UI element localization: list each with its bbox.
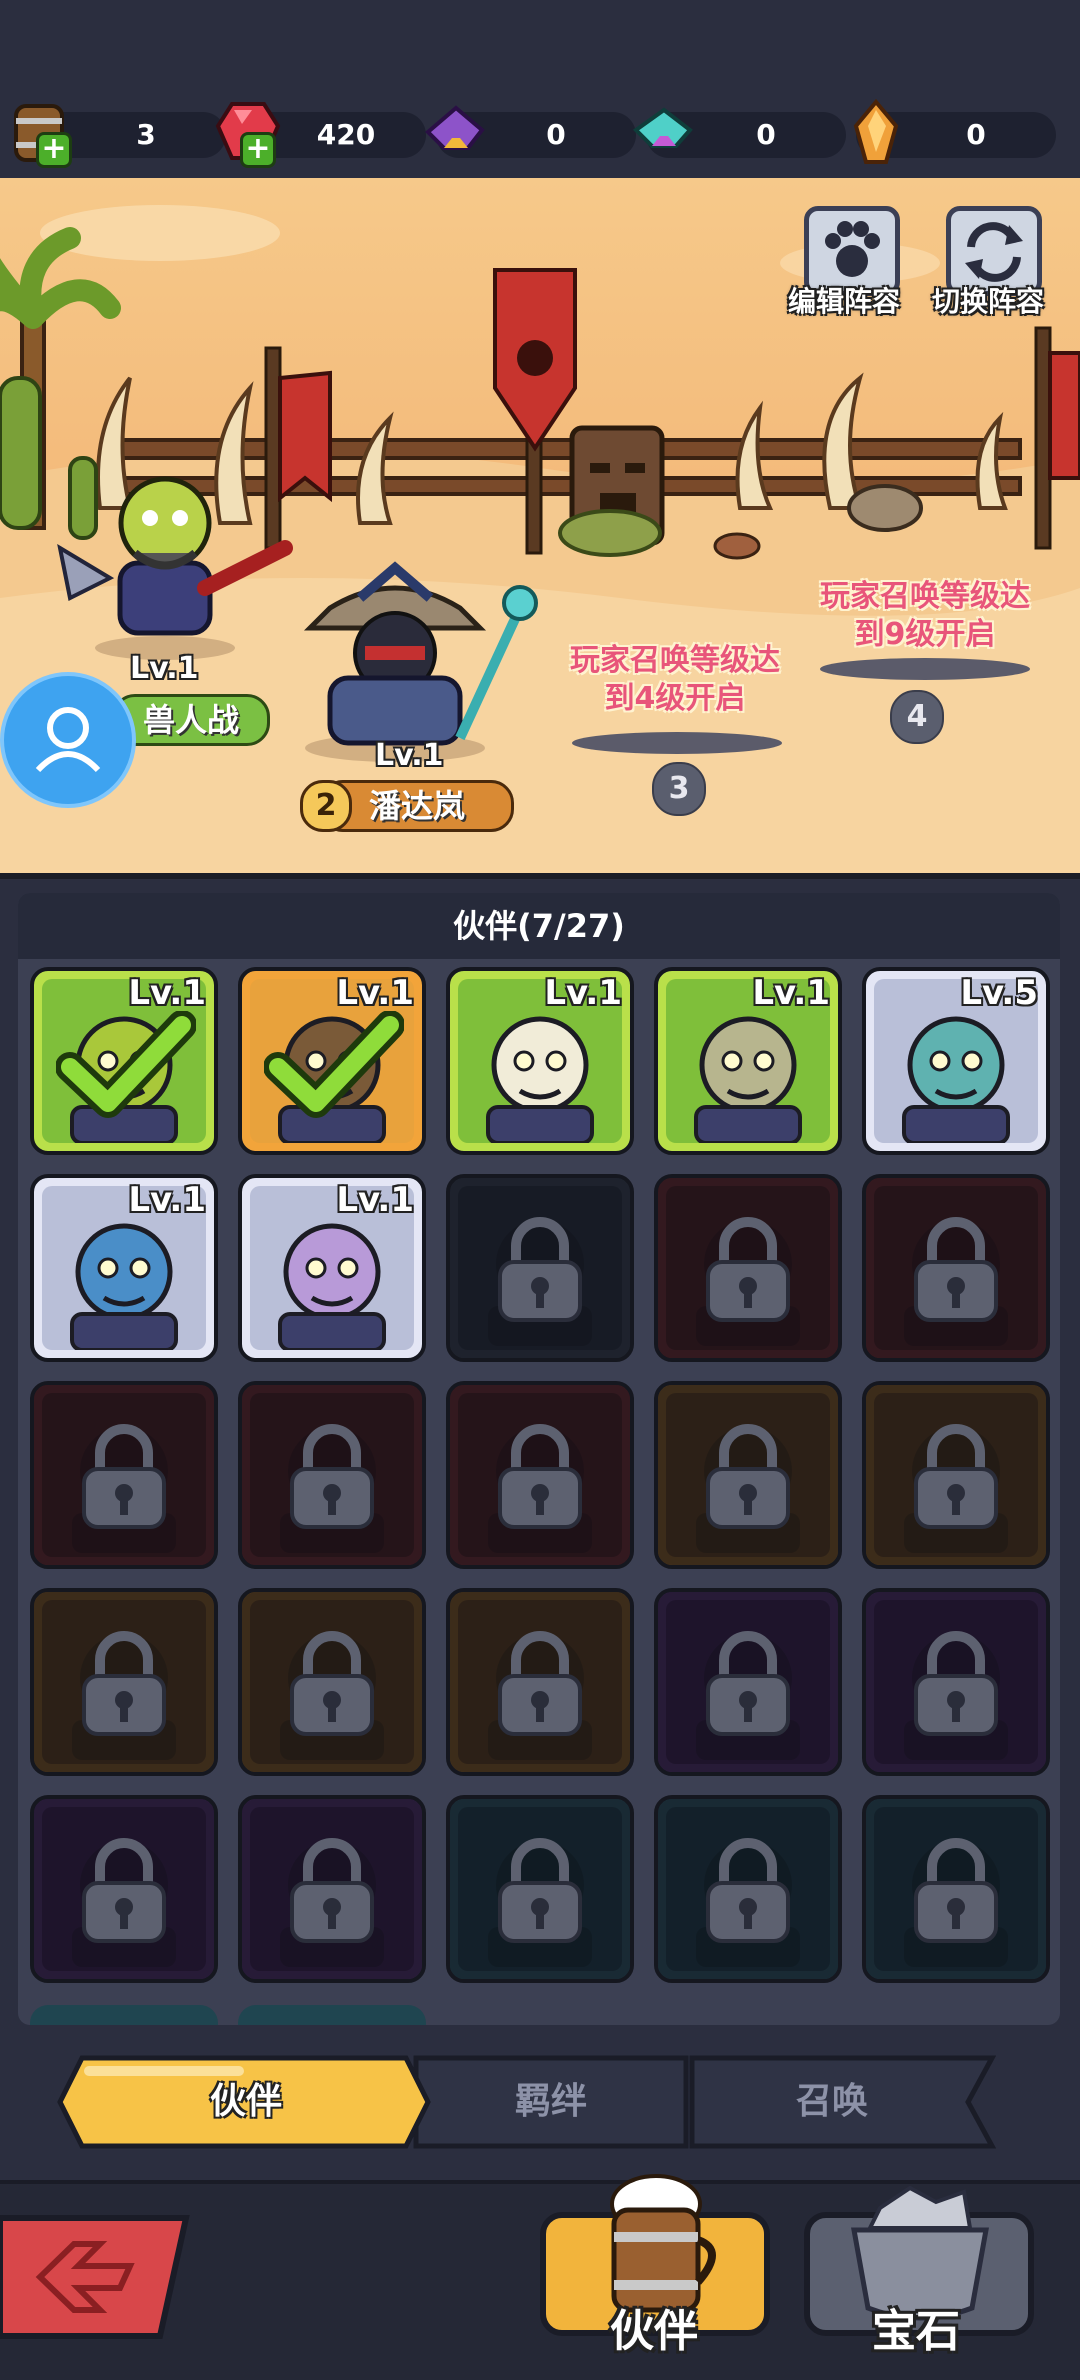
- slot4-lock-text: 玩家召唤等级达 到9级开启: [820, 579, 1030, 652]
- partner-card[interactable]: Lv.1: [30, 967, 218, 1155]
- lock-icon: [282, 1628, 382, 1742]
- partner-card-locked[interactable]: [862, 1795, 1050, 1983]
- partner-level: Lv.1: [544, 973, 622, 1013]
- partner-card[interactable]: Lv.1: [238, 1174, 426, 1362]
- slot3-platform[interactable]: [572, 732, 782, 754]
- partner-card[interactable]: Lv.1: [654, 967, 842, 1155]
- tab-summon[interactable]: 召唤: [692, 2054, 972, 2150]
- selected-check-icon: [55, 1010, 197, 1125]
- partner-panel: 伙伴(7/27) Lv.1 Lv.1 Lv.1 Lv.1 Lv.5 Lv.1 Lv.1: [18, 893, 1060, 2025]
- partner-card-locked[interactable]: [30, 1381, 218, 1569]
- partner-level: Lv.1: [128, 973, 206, 1013]
- slot3-lock-text: 玩家召唤等级达 到4级开启: [570, 643, 780, 716]
- teal-crystal-icon: [628, 96, 700, 168]
- lock-icon: [74, 1628, 174, 1742]
- partner-panel-title: 伙伴(7/27): [18, 893, 1060, 959]
- purple-crystal-count: 0: [546, 118, 566, 151]
- lock-icon: [698, 1421, 798, 1535]
- partner-level: Lv.1: [128, 1180, 206, 1220]
- partner-card-locked[interactable]: [862, 1588, 1050, 1776]
- partner-card-locked[interactable]: [446, 1381, 634, 1569]
- lock-icon: [698, 1835, 798, 1949]
- battle-scene: 编辑阵容 切换阵容 Lv.1 兽人战 Lv.1 潘达岚 2 玩家召唤等级达 到4…: [0, 178, 1080, 879]
- paw-icon: [825, 221, 880, 277]
- ruby-count: 420: [316, 118, 376, 151]
- add-ruby-button[interactable]: +: [240, 132, 276, 168]
- selected-check-icon: [263, 1010, 405, 1125]
- lock-icon: [906, 1214, 1006, 1328]
- slot4-platform[interactable]: [820, 658, 1030, 680]
- lock-icon: [698, 1628, 798, 1742]
- user-icon: [35, 707, 101, 773]
- partner-card-locked[interactable]: [446, 1795, 634, 1983]
- lock-icon: [74, 1835, 174, 1949]
- swap-arrows-icon: [965, 222, 1023, 282]
- partner-card-locked[interactable]: [30, 1795, 218, 1983]
- tab-bar: 伙伴 羁绊 召唤: [56, 2054, 996, 2150]
- back-arrow-icon: [0, 2215, 190, 2339]
- partner-nav-label: 伙伴: [610, 2306, 698, 2357]
- lock-icon: [490, 1835, 590, 1949]
- lock-icon: [490, 1214, 590, 1328]
- lock-icon: [282, 1421, 382, 1535]
- partner-card-locked[interactable]: [446, 1588, 634, 1776]
- lock-icon: [282, 1835, 382, 1949]
- lock-icon: [74, 1421, 174, 1535]
- hero1-level: Lv.1: [130, 651, 199, 686]
- desert-background: [0, 178, 1080, 873]
- gem-nav-label: 宝石: [872, 2306, 960, 2357]
- partner-card[interactable]: Lv.5: [862, 967, 1050, 1155]
- partner-card-locked[interactable]: [30, 1588, 218, 1776]
- partner-card-locked[interactable]: [238, 1588, 426, 1776]
- partner-level: Lv.1: [752, 973, 830, 1013]
- partner-card-locked[interactable]: [238, 1381, 426, 1569]
- partner-card-locked[interactable]: [654, 1795, 842, 1983]
- partner-card[interactable]: Lv.1: [238, 967, 426, 1155]
- hero2-slot-badge: 2: [300, 780, 352, 832]
- back-button[interactable]: [0, 2214, 190, 2344]
- partner-card-locked[interactable]: [654, 1381, 842, 1569]
- partner-card-locked[interactable]: [654, 1174, 842, 1362]
- slot3-number: 3: [652, 762, 706, 816]
- lock-icon: [490, 1421, 590, 1535]
- slot4-number: 4: [890, 690, 944, 744]
- lock-icon: [490, 1628, 590, 1742]
- partner-level: Lv.1: [336, 973, 414, 1013]
- card-partial: [30, 2005, 218, 2025]
- partner-level: Lv.5: [960, 973, 1038, 1013]
- partner-card-locked[interactable]: [238, 1795, 426, 1983]
- tab-bond[interactable]: 羁绊: [416, 2054, 686, 2150]
- edit-lineup-label: 编辑阵容: [788, 285, 901, 318]
- teal-crystal-count: 0: [756, 118, 776, 151]
- player-avatar-button[interactable]: [0, 672, 136, 808]
- card-partial: [238, 2005, 426, 2025]
- amber-crystal-icon: [840, 96, 912, 168]
- add-keg-button[interactable]: +: [36, 132, 72, 168]
- amber-crystal-count: 0: [966, 118, 986, 151]
- switch-lineup-label: 切换阵容: [932, 285, 1045, 318]
- lock-icon: [698, 1214, 798, 1328]
- partner-card[interactable]: Lv.1: [30, 1174, 218, 1362]
- lock-icon: [906, 1835, 1006, 1949]
- partner-card-locked[interactable]: [862, 1381, 1050, 1569]
- partner-level: Lv.1: [336, 1180, 414, 1220]
- lock-icon: [906, 1628, 1006, 1742]
- partner-card-locked[interactable]: [654, 1588, 842, 1776]
- hero2-level: Lv.1: [375, 738, 444, 773]
- lock-icon: [906, 1421, 1006, 1535]
- partner-card-locked[interactable]: [446, 1174, 634, 1362]
- partner-card[interactable]: Lv.1: [446, 967, 634, 1155]
- keg-count: 3: [136, 118, 156, 151]
- partner-card-locked[interactable]: [862, 1174, 1050, 1362]
- resource-bar: 3 + 420 + 0 0 0: [0, 0, 1080, 175]
- tab-partner[interactable]: 伙伴: [76, 2054, 416, 2150]
- purple-crystal-icon: [420, 96, 492, 168]
